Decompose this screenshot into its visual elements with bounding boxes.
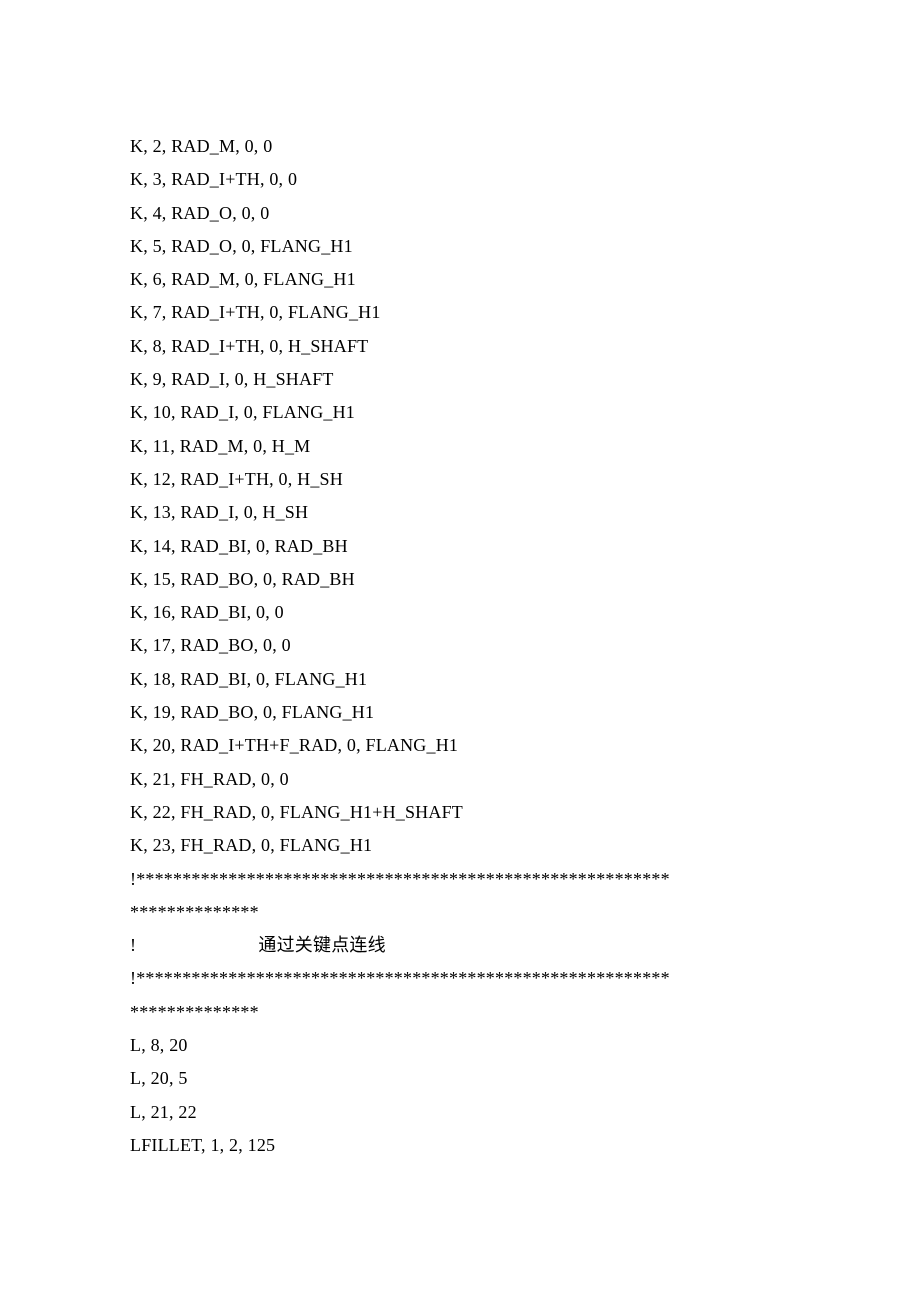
code-line: K, 16, RAD_BI, 0, 0 bbox=[130, 596, 790, 629]
section-heading: ! 通过关键点连线 bbox=[130, 929, 790, 962]
code-line: K, 15, RAD_BO, 0, RAD_BH bbox=[130, 563, 790, 596]
separator-line: !***************************************… bbox=[130, 863, 790, 896]
code-line: K, 10, RAD_I, 0, FLANG_H1 bbox=[130, 396, 790, 429]
code-line: L, 8, 20 bbox=[130, 1029, 790, 1062]
separator-line: ************** bbox=[130, 996, 790, 1029]
code-line: K, 9, RAD_I, 0, H_SHAFT bbox=[130, 363, 790, 396]
separator-line: ************** bbox=[130, 896, 790, 929]
code-line: K, 11, RAD_M, 0, H_M bbox=[130, 430, 790, 463]
document-page: K, 2, RAD_M, 0, 0 K, 3, RAD_I+TH, 0, 0 K… bbox=[0, 0, 920, 1302]
code-line: L, 20, 5 bbox=[130, 1062, 790, 1095]
code-line: L, 21, 22 bbox=[130, 1096, 790, 1129]
code-line: K, 6, RAD_M, 0, FLANG_H1 bbox=[130, 263, 790, 296]
code-line: K, 12, RAD_I+TH, 0, H_SH bbox=[130, 463, 790, 496]
code-line: LFILLET, 1, 2, 125 bbox=[130, 1129, 790, 1162]
code-line: K, 21, FH_RAD, 0, 0 bbox=[130, 763, 790, 796]
code-line: K, 17, RAD_BO, 0, 0 bbox=[130, 629, 790, 662]
code-line: K, 13, RAD_I, 0, H_SH bbox=[130, 496, 790, 529]
code-line: K, 8, RAD_I+TH, 0, H_SHAFT bbox=[130, 330, 790, 363]
code-line: K, 20, RAD_I+TH+F_RAD, 0, FLANG_H1 bbox=[130, 729, 790, 762]
code-line: K, 18, RAD_BI, 0, FLANG_H1 bbox=[130, 663, 790, 696]
code-line: K, 2, RAD_M, 0, 0 bbox=[130, 130, 790, 163]
code-line: K, 22, FH_RAD, 0, FLANG_H1+H_SHAFT bbox=[130, 796, 790, 829]
code-line: K, 5, RAD_O, 0, FLANG_H1 bbox=[130, 230, 790, 263]
separator-line: !***************************************… bbox=[130, 962, 790, 995]
code-line: K, 4, RAD_O, 0, 0 bbox=[130, 197, 790, 230]
code-line: K, 14, RAD_BI, 0, RAD_BH bbox=[130, 530, 790, 563]
code-line: K, 19, RAD_BO, 0, FLANG_H1 bbox=[130, 696, 790, 729]
code-line: K, 7, RAD_I+TH, 0, FLANG_H1 bbox=[130, 296, 790, 329]
code-line: K, 3, RAD_I+TH, 0, 0 bbox=[130, 163, 790, 196]
code-line: K, 23, FH_RAD, 0, FLANG_H1 bbox=[130, 829, 790, 862]
